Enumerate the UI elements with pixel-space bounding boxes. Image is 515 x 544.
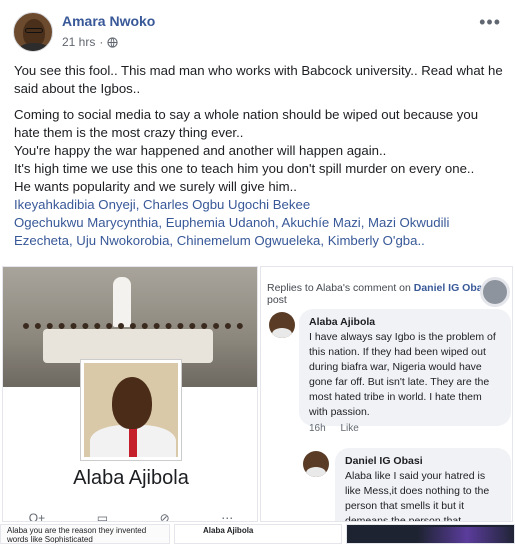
author-avatar[interactable] bbox=[13, 12, 53, 52]
comment-time: 16h bbox=[309, 423, 326, 434]
profile-name: Alaba Ajibola bbox=[73, 467, 189, 489]
comment-avatar bbox=[269, 312, 295, 338]
more-icon: ⋯ bbox=[221, 511, 234, 522]
author-name[interactable]: Amara Nwoko bbox=[62, 13, 155, 29]
avatar-shirt bbox=[18, 43, 50, 51]
reply-avatar bbox=[303, 451, 329, 477]
globe-icon[interactable] bbox=[107, 36, 118, 48]
profile-tie bbox=[129, 427, 137, 457]
tagged-people-line-2[interactable]: Ogechukwu Marycynthia, Euphemia Udanoh, … bbox=[14, 214, 506, 232]
meta-dot: · bbox=[99, 35, 104, 49]
ellipsis-icon[interactable]: ••• bbox=[479, 12, 501, 33]
avatar-glasses bbox=[25, 28, 43, 33]
message-icon: ▭ bbox=[96, 511, 109, 522]
post-meta: 21 hrs · bbox=[62, 35, 118, 49]
cover-person bbox=[113, 277, 131, 327]
cover-table bbox=[43, 329, 213, 363]
messenger-icon: ⊘ bbox=[159, 511, 170, 522]
more-photo-2-text: Alaba Ajibola bbox=[203, 526, 254, 535]
post-paragraph-4: It's high time we use this one to teach … bbox=[14, 161, 475, 176]
reply-text: Alaba like I said your hatred is like Me… bbox=[345, 470, 490, 522]
profile-face bbox=[112, 377, 152, 429]
post-header: Amara Nwoko 21 hrs · ••• bbox=[0, 0, 515, 56]
more-photo-2[interactable]: Alaba Ajibola bbox=[174, 524, 342, 544]
comment-bubble: Alaba Ajibola I have always say Igbo is … bbox=[299, 309, 511, 426]
post-paragraph-2: Coming to social media to say a whole na… bbox=[14, 107, 479, 140]
reply-bubble: Daniel IG Obasi Alaba like I said your h… bbox=[335, 448, 511, 522]
tagged-people-line-3[interactable]: Ezecheta, Uju Nwokorobia, Chinemelum Ogw… bbox=[14, 232, 506, 250]
post-paragraph-3: You're happy the war happened and anothe… bbox=[14, 143, 387, 158]
comment-meta: 16h Like bbox=[309, 423, 371, 434]
more-photo-1[interactable]: Alaba you are the reason they invented w… bbox=[0, 524, 170, 544]
profile-actions: O+ ▭ ⊘ ⋯ bbox=[3, 511, 257, 522]
profile-picture bbox=[81, 360, 181, 460]
replies-prefix: Replies to Alaba's comment on bbox=[267, 282, 414, 294]
post-body: You see this fool.. This mad man who wor… bbox=[14, 62, 506, 250]
photo-gallery: Alaba Ajibola O+ ▭ ⊘ ⋯ Replies to Alaba'… bbox=[0, 266, 515, 544]
reply-author: Daniel IG Obasi bbox=[345, 455, 423, 467]
profile-screenshot-photo[interactable]: Alaba Ajibola O+ ▭ ⊘ ⋯ bbox=[2, 266, 258, 522]
post-paragraph-1: You see this fool.. This mad man who wor… bbox=[14, 63, 503, 96]
more-photo-3[interactable] bbox=[346, 524, 515, 544]
replies-header: Replies to Alaba's comment on Daniel IG … bbox=[267, 282, 512, 306]
overlay-circle-icon bbox=[480, 277, 510, 307]
comment-author: Alaba Ajibola bbox=[309, 316, 376, 328]
more-photo-1-text: Alaba you are the reason they invented w… bbox=[7, 526, 147, 544]
more-photo-3-image bbox=[417, 527, 514, 543]
comments-screenshot-photo[interactable]: Replies to Alaba's comment on Daniel IG … bbox=[260, 266, 513, 522]
comment-like: Like bbox=[340, 423, 359, 434]
tagged-people-line-1[interactable]: Ikeyahkadibia Onyeji, Charles Ogbu Ugoch… bbox=[14, 196, 506, 214]
comment-text: I have always say Igbo is the problem of… bbox=[309, 331, 496, 418]
add-friend-icon: O+ bbox=[28, 511, 46, 522]
post-paragraph-5: He wants popularity and we surely will g… bbox=[14, 179, 297, 194]
post-time[interactable]: 21 hrs bbox=[62, 35, 95, 49]
